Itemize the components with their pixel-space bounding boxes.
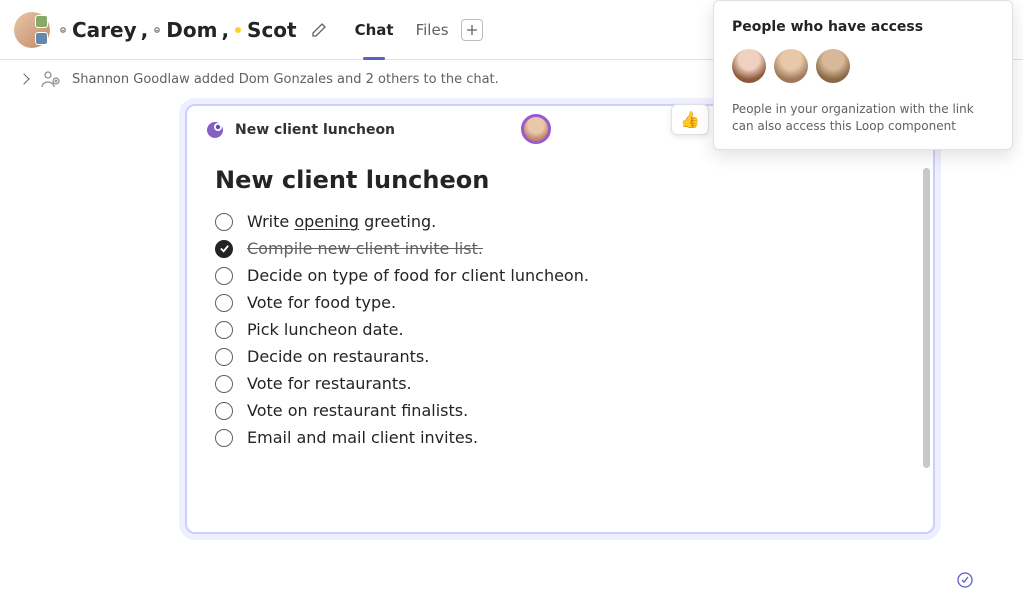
popover-title: People who have access bbox=[732, 19, 994, 35]
task-item[interactable]: Vote for food type. bbox=[215, 289, 905, 316]
popover-avatars bbox=[732, 49, 994, 83]
task-text[interactable]: Vote on restaurant finalists. bbox=[247, 401, 468, 420]
task-checkbox[interactable] bbox=[215, 402, 233, 420]
task-text[interactable]: Write opening greeting. bbox=[247, 212, 436, 231]
presence-icon bbox=[233, 25, 243, 35]
loop-card-body[interactable]: New client luncheon Write opening greeti… bbox=[187, 146, 933, 522]
task-checkbox[interactable] bbox=[215, 429, 233, 447]
task-item[interactable]: Write opening greeting. bbox=[215, 208, 905, 235]
reaction-thumbs-up[interactable]: 👍 bbox=[671, 104, 709, 135]
task-checkbox[interactable] bbox=[215, 321, 233, 339]
sent-check-icon bbox=[957, 572, 973, 588]
task-text[interactable]: Decide on type of food for client lunche… bbox=[247, 266, 589, 285]
task-checkbox[interactable] bbox=[215, 294, 233, 312]
loop-component-card: New client luncheon New client luncheon … bbox=[185, 104, 935, 534]
editing-user-avatar[interactable] bbox=[521, 114, 551, 144]
task-text[interactable]: Pick luncheon date. bbox=[247, 320, 404, 339]
expand-icon[interactable] bbox=[18, 73, 29, 84]
task-text[interactable]: Vote for food type. bbox=[247, 293, 396, 312]
document-title[interactable]: New client luncheon bbox=[215, 166, 905, 194]
task-item[interactable]: Pick luncheon date. bbox=[215, 316, 905, 343]
task-text[interactable]: Vote for restaurants. bbox=[247, 374, 412, 393]
avatar[interactable] bbox=[774, 49, 808, 83]
tabs: Chat Files bbox=[355, 0, 449, 59]
edit-name-icon[interactable] bbox=[307, 18, 331, 42]
chat-title: Carey, Dom, Scot bbox=[58, 18, 297, 42]
task-checkbox[interactable] bbox=[215, 375, 233, 393]
tab-chat[interactable]: Chat bbox=[355, 0, 394, 59]
participant-name: Scot bbox=[247, 18, 297, 42]
person-add-icon bbox=[40, 68, 62, 90]
task-item[interactable]: Decide on restaurants. bbox=[215, 343, 905, 370]
add-tab-button[interactable] bbox=[461, 19, 483, 41]
task-item[interactable]: Email and mail client invites. bbox=[215, 424, 905, 451]
loop-logo-icon bbox=[205, 120, 225, 140]
task-text[interactable]: Decide on restaurants. bbox=[247, 347, 429, 366]
group-avatar[interactable] bbox=[14, 12, 50, 48]
task-item[interactable]: Decide on type of food for client lunche… bbox=[215, 262, 905, 289]
system-message-text: Shannon Goodlaw added Dom Gonzales and 2… bbox=[72, 72, 499, 87]
popover-description: People in your organization with the lin… bbox=[732, 101, 994, 135]
task-checkbox[interactable] bbox=[215, 267, 233, 285]
participant-name: Dom bbox=[166, 18, 217, 42]
task-checkbox[interactable] bbox=[215, 240, 233, 258]
access-popover: People who have access People in your or… bbox=[713, 0, 1013, 150]
presence-icon bbox=[58, 25, 68, 35]
presence-icon bbox=[152, 25, 162, 35]
task-checkbox[interactable] bbox=[215, 213, 233, 231]
task-item[interactable]: Vote for restaurants. bbox=[215, 370, 905, 397]
task-item[interactable]: Compile new client invite list. bbox=[215, 235, 905, 262]
task-checkbox[interactable] bbox=[215, 348, 233, 366]
task-text[interactable]: Email and mail client invites. bbox=[247, 428, 478, 447]
loop-card-title[interactable]: New client luncheon bbox=[235, 122, 395, 138]
tab-files[interactable]: Files bbox=[416, 0, 449, 59]
scrollbar[interactable] bbox=[923, 168, 930, 468]
participant-name: Carey bbox=[72, 18, 137, 42]
task-item[interactable]: Vote on restaurant finalists. bbox=[215, 397, 905, 424]
task-text[interactable]: Compile new client invite list. bbox=[247, 239, 483, 258]
avatar[interactable] bbox=[816, 49, 850, 83]
avatar[interactable] bbox=[732, 49, 766, 83]
